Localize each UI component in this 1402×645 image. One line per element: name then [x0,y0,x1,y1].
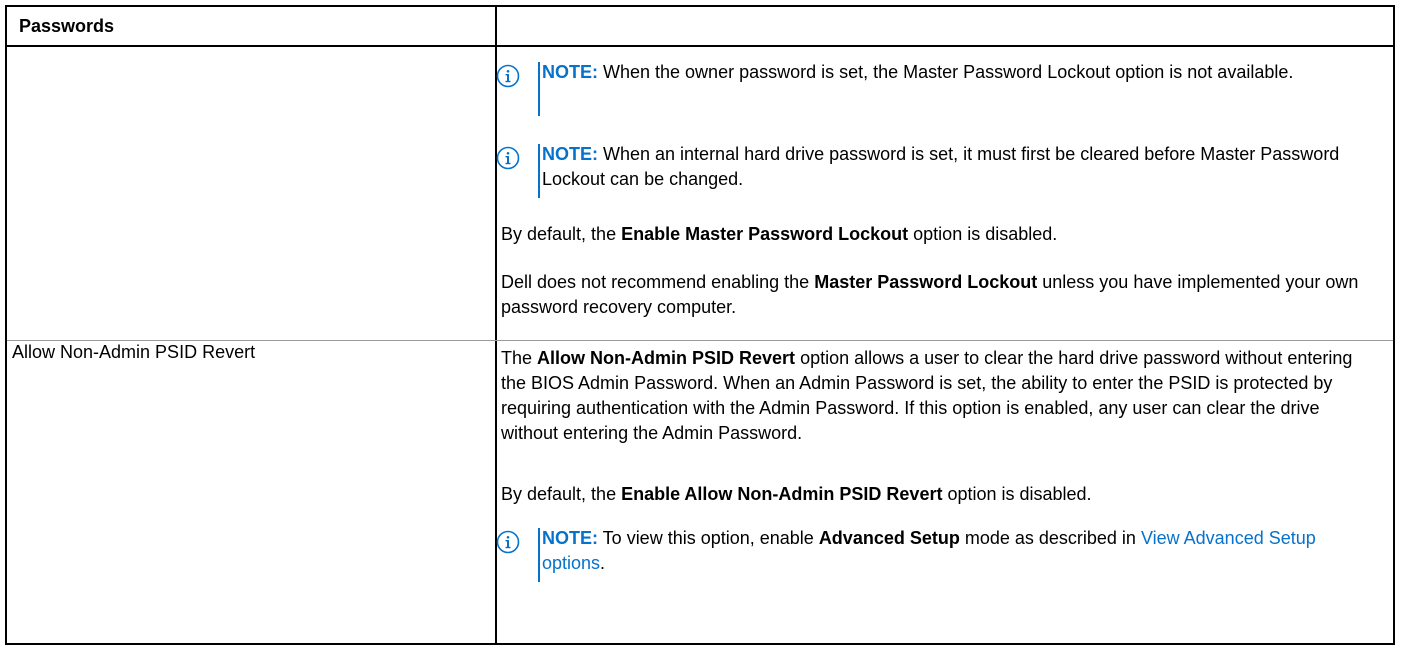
note-text: NOTE: When an internal hard drive passwo… [542,142,1372,192]
info-circle-icon [496,530,520,554]
header-divider [7,45,1393,47]
text-run: By default, the [501,224,622,244]
info-circle-icon [496,146,520,170]
text-run: Dell does not recommend enabling the [501,272,815,292]
note-advanced-setup: NOTE: To view this option, enable Advanc… [496,526,1376,586]
note-bar [538,62,540,116]
bold-run: Allow Non-Admin PSID Revert [537,348,796,368]
text-run: The [501,348,538,368]
note-body: When the owner password is set, the Mast… [598,62,1294,82]
bold-run: Enable Allow Non-Admin PSID Revert [621,484,943,504]
bold-run: Master Password Lockout [814,272,1038,292]
note-text: NOTE: When the owner password is set, th… [542,60,1372,85]
bold-run: Enable Master Password Lockout [621,224,909,244]
note-bar [538,528,540,582]
note-body: When an internal hard drive password is … [542,144,1340,189]
default-psid-paragraph: By default, the Enable Allow Non-Admin P… [501,482,1371,507]
note-owner-password: NOTE: When the owner password is set, th… [496,60,1376,120]
note-label: NOTE: [542,528,598,548]
text-run: option is disabled. [908,224,1058,244]
info-circle-icon [496,64,520,88]
default-lockout-paragraph: By default, the Enable Master Password L… [501,222,1371,247]
text-run: mode as described in [959,528,1141,548]
recommendation-paragraph: Dell does not recommend enabling the Mas… [501,270,1371,320]
text-run: By default, the [501,484,622,504]
psid-revert-description: The Allow Non-Admin PSID Revert option a… [501,346,1371,446]
text-run: To view this option, enable [598,528,819,548]
bold-run: Advanced Setup [818,528,960,548]
header-passwords: Passwords [19,16,115,36]
setting-name-psid-revert: Allow Non-Admin PSID Revert [12,342,256,362]
note-text: NOTE: To view this option, enable Advanc… [542,526,1372,576]
note-hard-drive-password: NOTE: When an internal hard drive passwo… [496,142,1376,202]
text-run: option is disabled. [942,484,1092,504]
note-bar [538,144,540,198]
note-label: NOTE: [542,62,598,82]
text-run: . [600,553,606,573]
note-label: NOTE: [542,144,598,164]
